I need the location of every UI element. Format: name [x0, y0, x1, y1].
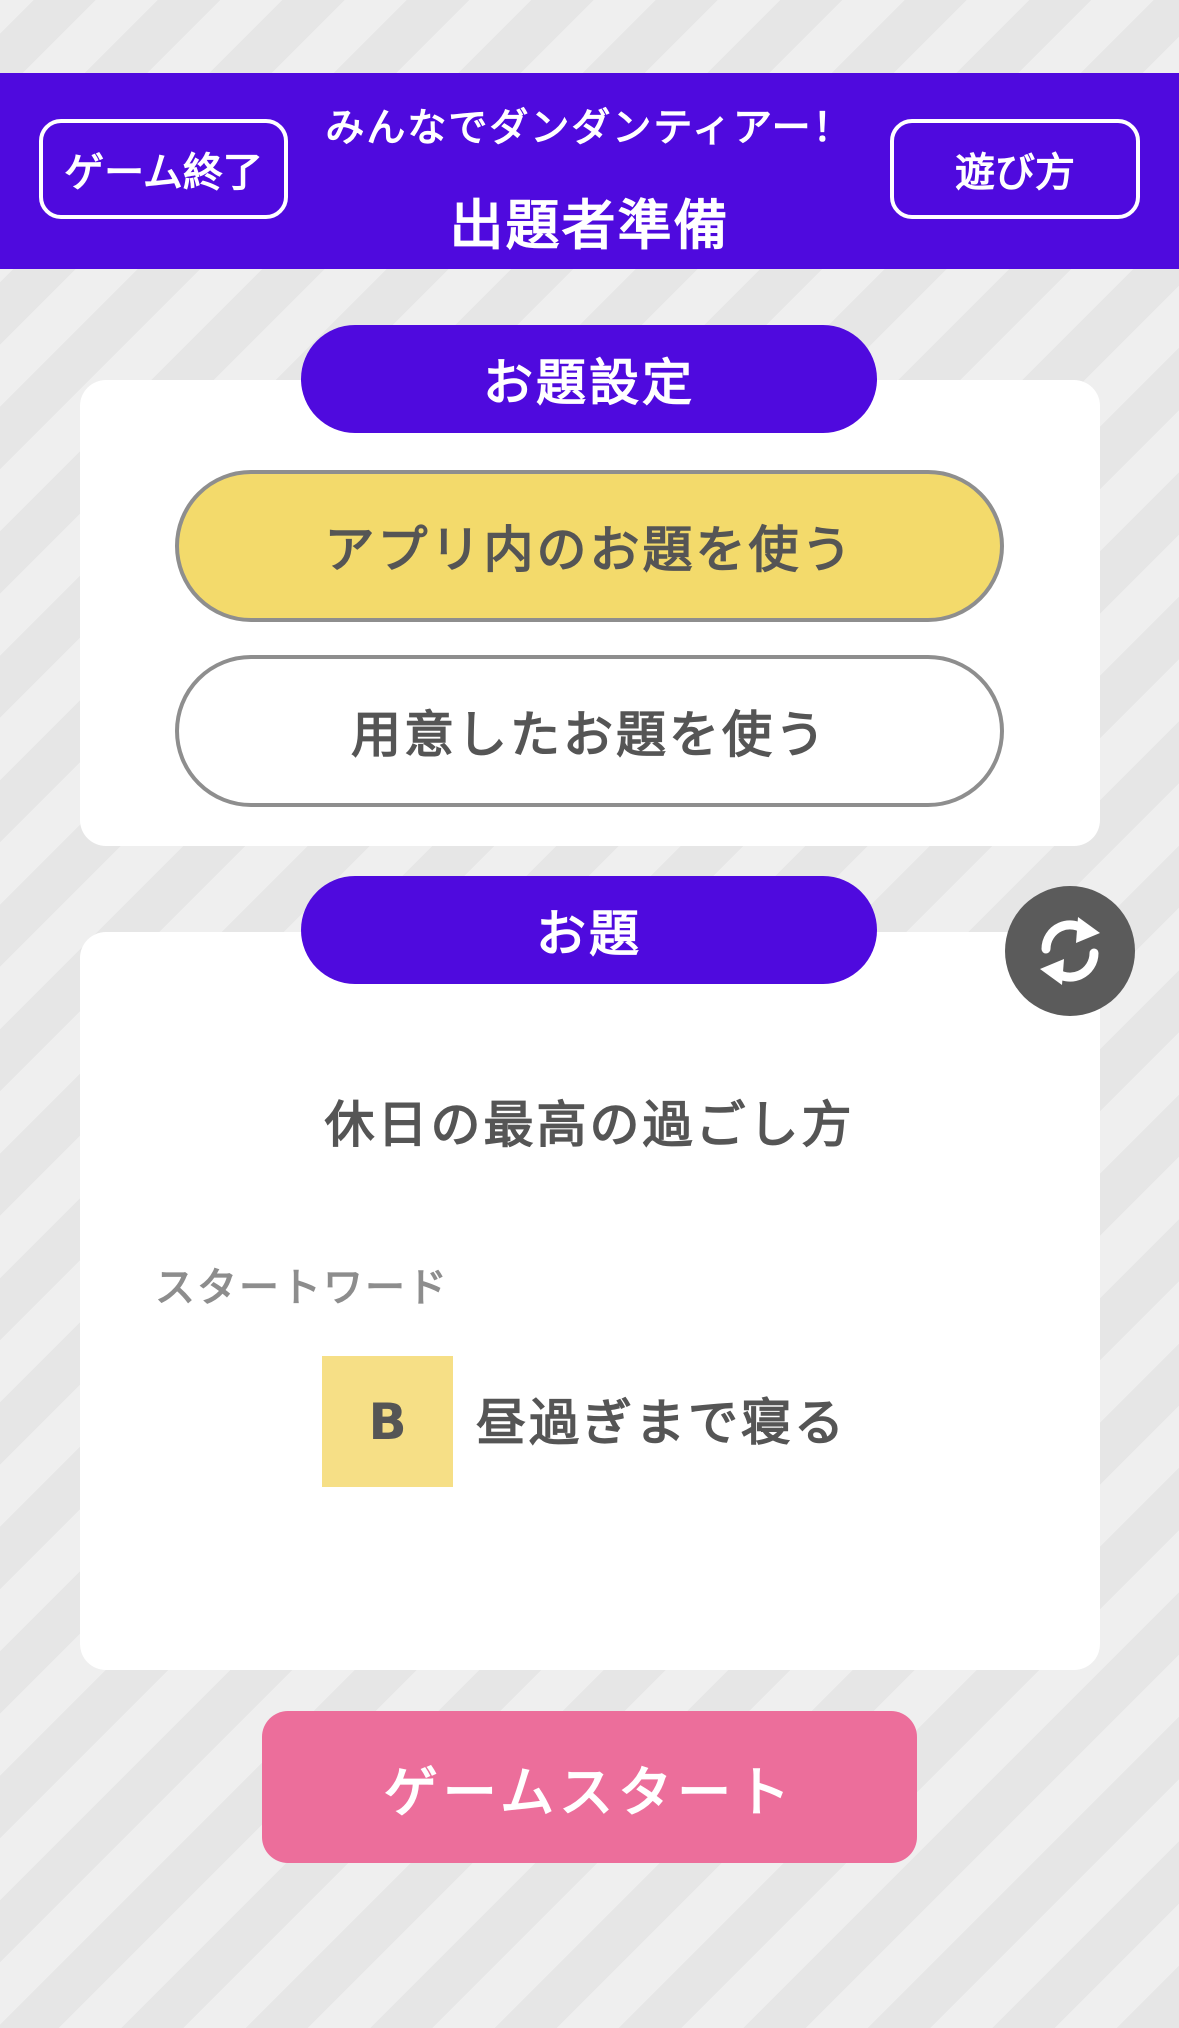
start-word-badge: B: [322, 1356, 453, 1487]
topic-text: 休日の最高の過ごし方: [324, 1096, 855, 1154]
refresh-topic-button[interactable]: [1005, 886, 1135, 1016]
game-start-button[interactable]: ゲームスタート: [262, 1711, 917, 1863]
topic-heading: お題: [301, 876, 877, 984]
refresh-icon: [1040, 917, 1100, 985]
topic-settings-heading: お題設定: [301, 325, 877, 433]
app-header: ゲーム終了 みんなでダンダンティアー！ 出題者準備 遊び方: [0, 73, 1179, 269]
use-app-topics-button[interactable]: アプリ内のお題を使う: [175, 470, 1004, 622]
how-to-play-button[interactable]: 遊び方: [890, 119, 1140, 219]
use-custom-topics-button[interactable]: 用意したお題を使う: [175, 655, 1004, 807]
start-word-text: 昼過ぎまで寝る: [476, 1394, 847, 1452]
start-word-label: スタートワード: [155, 1265, 449, 1311]
